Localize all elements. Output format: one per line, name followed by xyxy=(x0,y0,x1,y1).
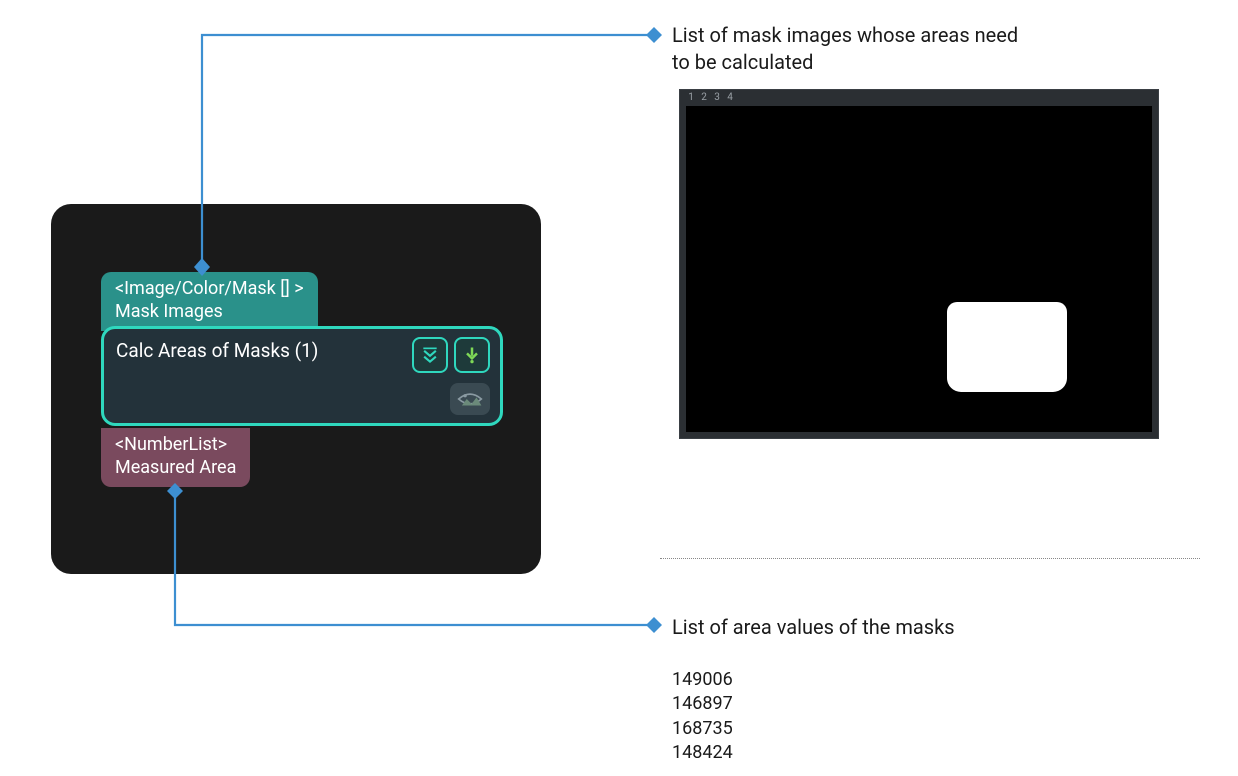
preview-tab[interactable]: 2 xyxy=(699,92,709,103)
expand-button[interactable] xyxy=(412,337,448,373)
preview-button[interactable] xyxy=(450,383,490,415)
preview-tab[interactable]: 4 xyxy=(725,92,735,103)
mask-blob xyxy=(947,302,1067,392)
area-value: 148424 xyxy=(672,741,733,765)
download-button[interactable] xyxy=(454,337,490,373)
node-body[interactable]: Calc Areas of Masks (1) xyxy=(101,326,503,426)
preview-tab[interactable]: 3 xyxy=(712,92,722,103)
preview-tab[interactable]: 1 xyxy=(686,92,696,103)
annotation-output-text: List of area values of the masks xyxy=(672,615,955,639)
image-preview-canvas xyxy=(686,106,1152,432)
double-chevron-down-icon xyxy=(420,345,440,365)
output-port[interactable]: <NumberList> Measured Area xyxy=(101,428,250,487)
eye-image-icon xyxy=(457,389,483,409)
output-port-type: <NumberList> xyxy=(115,434,236,457)
download-icon xyxy=(462,345,482,365)
area-values-list: 149006 146897 168735 148424 xyxy=(672,668,733,765)
image-preview-panel: 1 2 3 4 xyxy=(679,89,1159,439)
annotation-output: List of area values of the masks xyxy=(672,614,955,641)
node-card: <Image/Color/Mask [] > Mask Images Calc … xyxy=(51,204,541,574)
area-value: 149006 xyxy=(672,668,733,692)
output-port-name: Measured Area xyxy=(115,457,236,480)
diamond-marker-icon xyxy=(646,27,662,43)
annotation-input-line1: List of mask images whose areas need xyxy=(672,22,1018,49)
input-port[interactable]: <Image/Color/Mask [] > Mask Images xyxy=(101,272,318,331)
area-value: 146897 xyxy=(672,692,733,716)
input-port-type: <Image/Color/Mask [] > xyxy=(115,278,304,301)
annotation-input: List of mask images whose areas need to … xyxy=(672,22,1018,76)
area-value: 168735 xyxy=(672,717,733,741)
input-port-name: Mask Images xyxy=(115,301,304,324)
diamond-marker-icon xyxy=(646,617,662,633)
node-title: Calc Areas of Masks (1) xyxy=(116,337,318,362)
annotation-input-line2: to be calculated xyxy=(672,49,1018,76)
divider xyxy=(660,558,1200,559)
image-preview-tabs: 1 2 3 4 xyxy=(680,90,1158,105)
